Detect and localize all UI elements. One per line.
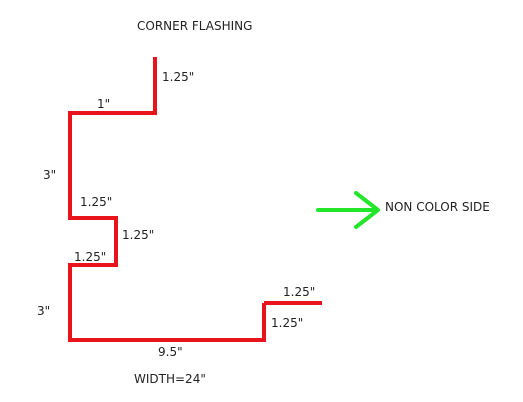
dim-top-flange: 1.25"	[162, 70, 194, 84]
dim-mid-vertical: 1.25"	[122, 228, 154, 242]
non-color-side-arrow-icon	[316, 191, 380, 229]
dim-mid-step-top: 1.25"	[80, 195, 112, 209]
overall-width-label: WIDTH=24"	[134, 372, 206, 386]
drawing-title: CORNER FLASHING	[137, 19, 252, 33]
dim-mid-step-bottom: 1.25"	[74, 250, 106, 264]
dim-top-step: 1"	[97, 97, 110, 111]
dim-lower-vertical: 3"	[37, 304, 50, 318]
dim-bottom-run: 9.5"	[158, 345, 183, 359]
corner-flashing-drawing: CORNER FLASHING 1.25" 1" 3" 1.25" 1.25" …	[37, 19, 490, 386]
dim-end-hem-vertical: 1.25"	[271, 316, 303, 330]
dim-upper-vertical: 3"	[43, 168, 56, 182]
dim-end-hem-horizontal: 1.25"	[283, 285, 315, 299]
non-color-side-label: NON COLOR SIDE	[385, 200, 490, 214]
